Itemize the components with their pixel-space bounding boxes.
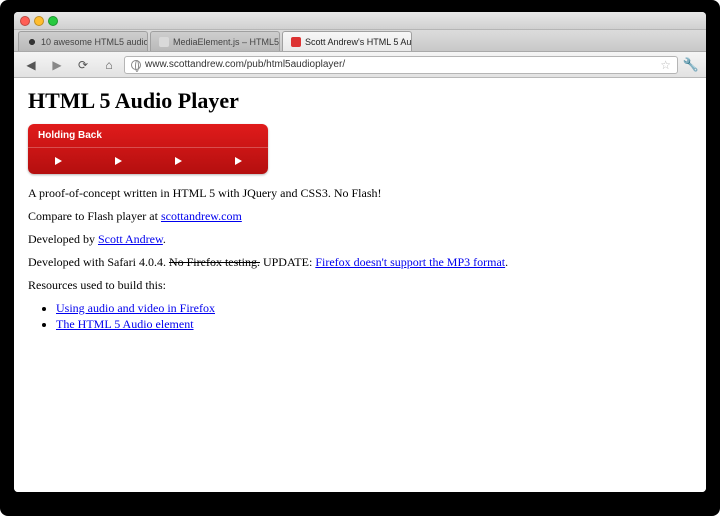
reload-button[interactable]: ⟳ [72, 56, 94, 74]
address-bar[interactable]: www.scottandrew.com/pub/html5audioplayer… [124, 56, 678, 74]
page-title: HTML 5 Audio Player [28, 88, 692, 114]
browser-toolbar: ◀ ▶ ⟳ ⌂ www.scottandrew.com/pub/html5aud… [14, 52, 706, 78]
developed-by-text: Developed by Scott Andrew. [28, 232, 692, 247]
safari-text: Developed with Safari 4.0.4. No Firefox … [28, 255, 692, 270]
audio-player: Holding Back [28, 124, 268, 174]
strikethrough-text: No Firefox testing. [169, 255, 260, 269]
zoom-window-button[interactable] [48, 16, 58, 26]
browser-window: 10 awesome HTML5 audio p… MediaElement.j… [14, 12, 706, 492]
play-icon[interactable] [175, 157, 182, 165]
scottandrew-link[interactable]: scottandrew.com [161, 209, 242, 223]
resources-heading: Resources used to build this: [28, 278, 692, 293]
forward-button[interactable]: ▶ [46, 56, 68, 74]
play-icon[interactable] [115, 157, 122, 165]
url-text: www.scottandrew.com/pub/html5audioplayer… [145, 59, 656, 70]
globe-icon [131, 60, 141, 70]
intro-text: A proof-of-concept written in HTML 5 wit… [28, 186, 692, 201]
window-titlebar [14, 12, 706, 30]
favicon-icon [27, 37, 37, 47]
tab-label: 10 awesome HTML5 audio p… [41, 37, 148, 47]
window-frame: 10 awesome HTML5 audio p… MediaElement.j… [0, 0, 720, 516]
favicon-icon [291, 37, 301, 47]
browser-tab-3[interactable]: Scott Andrew's HTML 5 Aud… [282, 31, 412, 51]
scott-andrew-link[interactable]: Scott Andrew [98, 232, 163, 246]
close-window-button[interactable] [20, 16, 30, 26]
track-title: Holding Back [28, 130, 268, 148]
resources-list: Using audio and video in Firefox The HTM… [56, 301, 692, 332]
favicon-icon [159, 37, 169, 47]
page-content: HTML 5 Audio Player Holding Back A proof… [14, 78, 706, 492]
list-item: The HTML 5 Audio element [56, 317, 692, 332]
play-icon[interactable] [55, 157, 62, 165]
html5-audio-element-link[interactable]: The HTML 5 Audio element [56, 317, 194, 331]
back-button[interactable]: ◀ [20, 56, 42, 74]
firefox-mp3-link[interactable]: Firefox doesn't support the MP3 format [315, 255, 505, 269]
browser-tabbar: 10 awesome HTML5 audio p… MediaElement.j… [14, 30, 706, 52]
compare-text: Compare to Flash player at scottandrew.c… [28, 209, 692, 224]
tab-label: MediaElement.js – HTML5 … [173, 37, 280, 47]
tab-label: Scott Andrew's HTML 5 Aud… [305, 37, 412, 47]
browser-tab-2[interactable]: MediaElement.js – HTML5 … [150, 31, 280, 51]
play-icon[interactable] [235, 157, 242, 165]
firefox-audio-video-link[interactable]: Using audio and video in Firefox [56, 301, 215, 315]
minimize-window-button[interactable] [34, 16, 44, 26]
home-button[interactable]: ⌂ [98, 56, 120, 74]
player-controls [28, 148, 268, 174]
browser-tab-1[interactable]: 10 awesome HTML5 audio p… [18, 31, 148, 51]
bookmark-star-icon[interactable]: ☆ [660, 58, 671, 72]
list-item: Using audio and video in Firefox [56, 301, 692, 316]
settings-wrench-icon[interactable]: 🔧 [682, 56, 700, 74]
